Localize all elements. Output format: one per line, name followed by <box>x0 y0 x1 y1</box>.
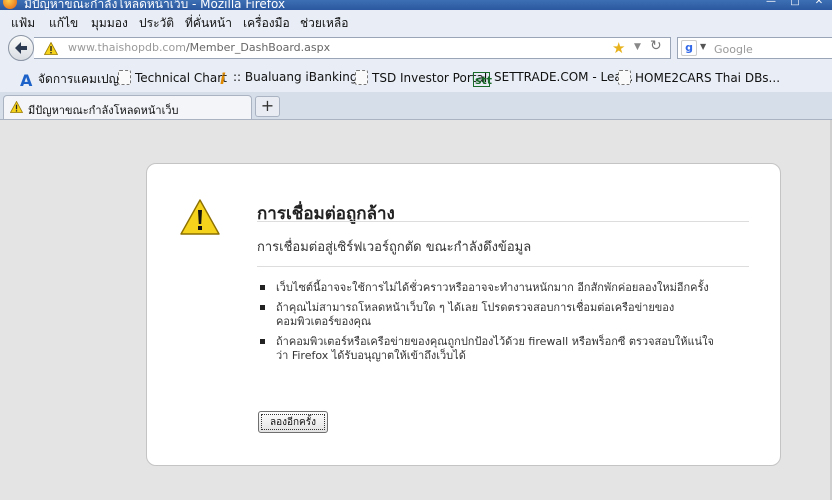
navigation-toolbar: www.thaishopdb.com/Member_DashBoard.aspx… <box>0 32 832 64</box>
bookmark-settrade[interactable]: stt SETTRADE.COM - Lea... <box>473 70 633 88</box>
warning-icon <box>44 42 58 55</box>
list-item-text: ถ้าคอมพิวเตอร์หรือเครือข่ายของคุณถูกปกป้… <box>276 335 714 362</box>
bookmark-tsd[interactable]: TSD Investor Portal <box>355 70 487 88</box>
url-bar[interactable]: www.thaishopdb.com/Member_DashBoard.aspx… <box>34 37 671 59</box>
page-icon <box>355 70 368 85</box>
page-content: การเชื่อมต่อถูกล้าง การเชื่อมต่อสู่เซิร์… <box>0 120 832 500</box>
menu-tools[interactable]: เครื่องมือ <box>243 14 290 33</box>
bookmark-label: TSD Investor Portal <box>372 71 488 85</box>
bookmark-bualuang[interactable]: i:: Bualuang iBanking :: <box>220 70 369 88</box>
firefox-logo-icon <box>3 0 17 9</box>
search-box[interactable]: g ▼ <box>677 37 832 59</box>
bookmarks-toolbar: A จัดการแคมเปญ Technical Chart i:: Bualua… <box>0 64 832 92</box>
bookmark-label: จัดการแคมเปญ <box>38 72 119 86</box>
list-item: ถ้าคอมพิวเตอร์หรือเครือข่ายของคุณถูกปกป้… <box>260 335 720 363</box>
tab-strip: มีปัญหาขณะกำลังโหลดหน้าเว็บ + <box>0 92 832 120</box>
warning-icon <box>10 101 23 113</box>
bookmark-label: Technical Chart <box>135 71 227 85</box>
error-title: การเชื่อมต่อถูกล้าง <box>257 204 395 224</box>
new-tab-button[interactable]: + <box>255 96 280 117</box>
window-titlebar: มีปัญหาขณะกำลังโหลดหน้าเว็บ - Mozilla Fi… <box>0 0 832 10</box>
search-input[interactable] <box>712 40 832 58</box>
bookmark-home2cars[interactable]: HOME2CARS Thai DBs... <box>618 70 780 88</box>
bookmark-label: :: Bualuang iBanking :: <box>233 70 370 84</box>
history-dropdown-icon[interactable]: ▼ <box>634 42 641 52</box>
bullet-icon <box>260 285 265 290</box>
url-host: www.thaishopdb.com <box>68 41 186 54</box>
menu-bookmarks[interactable]: ที่คั่นหน้า <box>185 14 232 33</box>
try-again-button[interactable]: ลองอีกครั้ง <box>258 411 328 433</box>
error-description: การเชื่อมต่อสู่เซิร์ฟเวอร์ถูกตัด ขณะกำลั… <box>257 240 532 255</box>
list-item: เว็บไซต์นี้อาจจะใช้การไม่ได้ชั่วคราวหรือ… <box>260 281 720 295</box>
bullet-icon <box>260 339 265 344</box>
tab-label: มีปัญหาขณะกำลังโหลดหน้าเว็บ <box>28 104 179 117</box>
back-button[interactable] <box>8 35 34 61</box>
title-divider <box>257 221 749 222</box>
menu-help[interactable]: ช่วยเหลือ <box>300 14 349 33</box>
error-page-container: การเชื่อมต่อถูกล้าง การเชื่อมต่อสู่เซิร์… <box>146 163 781 466</box>
warning-icon <box>180 199 220 235</box>
info-i-icon: i <box>220 70 226 88</box>
bookmark-campaign[interactable]: A จัดการแคมเปญ <box>20 70 119 90</box>
back-arrow-icon <box>15 42 27 54</box>
list-item: ถ้าคุณไม่สามารถโหลดหน้าเว็บใด ๆ ได้เลย โ… <box>260 301 720 329</box>
bullet-icon <box>260 305 265 310</box>
bookmark-star-icon[interactable]: ★ <box>612 39 625 57</box>
menu-file[interactable]: แฟ้ม <box>11 14 35 33</box>
menu-bar: แฟ้ม แก้ไข มุมมอง ประวัติ ที่คั่นหน้า เค… <box>0 10 832 32</box>
page-icon <box>118 70 131 85</box>
bookmark-label: HOME2CARS Thai DBs... <box>635 71 781 85</box>
search-engine-dropdown-icon[interactable]: ▼ <box>700 42 706 51</box>
menu-history[interactable]: ประวัติ <box>139 14 174 33</box>
bookmark-technical-chart[interactable]: Technical Chart <box>118 70 227 88</box>
google-icon[interactable]: g <box>681 40 697 56</box>
url-path: /Member_DashBoard.aspx <box>185 41 331 54</box>
close-window-button[interactable]: ✕ <box>808 0 830 8</box>
minimize-button[interactable]: — <box>760 0 782 8</box>
list-item-text: เว็บไซต์นี้อาจจะใช้การไม่ได้ชั่วคราวหรือ… <box>276 281 709 294</box>
description-divider <box>257 266 749 267</box>
page-icon <box>618 70 631 85</box>
reload-icon[interactable]: ↻ <box>650 38 662 54</box>
tab-problem-loading[interactable]: มีปัญหาขณะกำลังโหลดหน้าเว็บ <box>3 95 252 119</box>
window-title: มีปัญหาขณะกำลังโหลดหน้าเว็บ - Mozilla Fi… <box>24 0 286 10</box>
maximize-button[interactable]: □ <box>784 0 806 8</box>
stt-icon: stt <box>473 72 493 87</box>
url-text[interactable]: www.thaishopdb.com/Member_DashBoard.aspx <box>68 41 330 54</box>
adwords-icon: A <box>20 71 33 90</box>
error-suggestions-list: เว็บไซต์นี้อาจจะใช้การไม่ได้ชั่วคราวหรือ… <box>260 281 720 369</box>
menu-view[interactable]: มุมมอง <box>91 14 128 33</box>
menu-edit[interactable]: แก้ไข <box>49 14 78 33</box>
bookmark-label: SETTRADE.COM - Lea... <box>494 70 634 84</box>
list-item-text: ถ้าคุณไม่สามารถโหลดหน้าเว็บใด ๆ ได้เลย โ… <box>276 301 675 328</box>
